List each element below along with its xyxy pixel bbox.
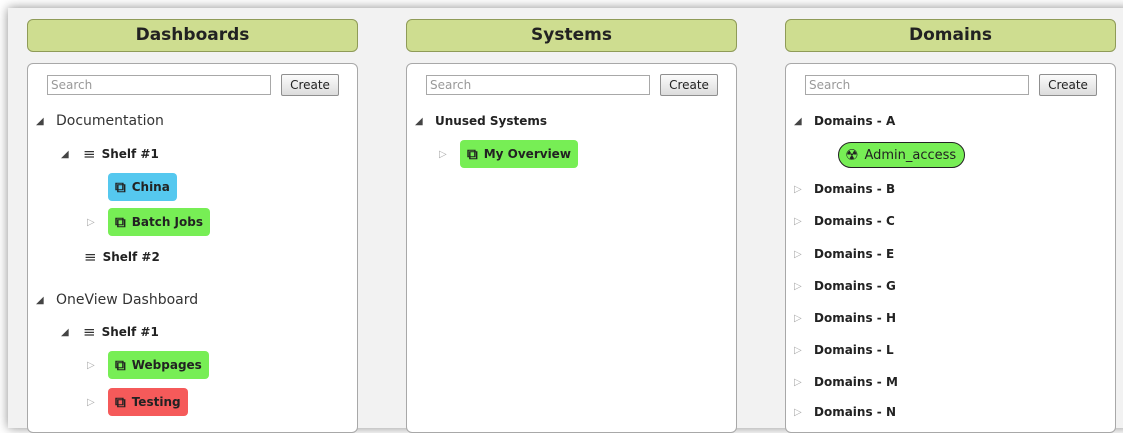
tree-label: Domains - E [814, 247, 895, 261]
tree-node-domains-m[interactable]: ▷ Domains - M [794, 370, 898, 394]
dashboards-header: Dashboards [27, 19, 358, 52]
triangle-right-icon[interactable]: ▷ [794, 216, 806, 227]
my-overview-tag[interactable]: ⧉ My Overview [460, 140, 578, 168]
triangle-right-icon[interactable]: ▷ [794, 407, 806, 418]
triangle-down-icon[interactable]: ◢ [61, 149, 73, 160]
triangle-right-icon[interactable]: ▷ [794, 249, 806, 260]
china-tag[interactable]: ⧉ China [108, 173, 177, 201]
tree-node-webpages[interactable]: ▷ ⧉ Webpages [87, 350, 209, 380]
testing-tag[interactable]: ⧉ Testing [108, 388, 188, 416]
tree-node-doc-shelf1[interactable]: ◢ ≡ Shelf #1 [61, 142, 159, 166]
hamburger-lines-icon: ≡ [83, 145, 96, 163]
tree-label: Domains - L [814, 343, 894, 357]
tag-label: Webpages [131, 358, 202, 372]
tree-node-domains-g[interactable]: ▷ Domains - G [794, 274, 896, 298]
triangle-right-icon[interactable]: ▷ [439, 149, 451, 160]
copy-icon: ⧉ [467, 144, 478, 163]
tree-node-doc-shelf2[interactable]: ≡ Shelf #2 [84, 245, 160, 269]
domains-search-input[interactable] [805, 75, 1029, 95]
domains-header: Domains [785, 19, 1116, 52]
tree-node-ov-shelf1[interactable]: ◢ ≡ Shelf #1 [61, 320, 159, 344]
tree-label: Documentation [56, 113, 164, 129]
tree-node-unused-systems[interactable]: ◢ Unused Systems [415, 109, 547, 133]
tree-label: Domains - B [814, 182, 896, 196]
copy-icon: ⧉ [115, 355, 126, 374]
tag-label: My Overview [483, 147, 571, 161]
triangle-right-icon[interactable]: ▷ [87, 360, 99, 371]
dashboards-panel: Create ◢ Documentation ◢ ≡ Shelf #1 ⧉ Ch… [27, 63, 358, 433]
copy-icon: ⧉ [115, 177, 126, 196]
triangle-down-icon[interactable]: ◢ [61, 327, 73, 338]
tree-node-domains-c[interactable]: ▷ Domains - C [794, 209, 895, 233]
tree-label: Domains - C [814, 214, 895, 228]
triangle-right-icon[interactable]: ▷ [794, 281, 806, 292]
domains-panel: Create ◢ Domains - A ☢ Admin_access ▷ Do… [785, 63, 1116, 433]
hamburger-lines-icon: ≡ [84, 248, 97, 266]
tree-node-domains-e[interactable]: ▷ Domains - E [794, 242, 894, 266]
radiation-icon: ☢ [845, 146, 859, 164]
triangle-right-icon[interactable]: ▷ [87, 217, 99, 228]
tree-node-my-overview[interactable]: ▷ ⧉ My Overview [439, 139, 578, 169]
tree-node-testing[interactable]: ▷ ⧉ Testing [87, 387, 188, 417]
dashboards-search-input[interactable] [47, 75, 271, 95]
tree-label: Unused Systems [435, 114, 548, 128]
tree-label: Shelf #2 [102, 250, 160, 264]
tree-label: Domains - M [814, 375, 898, 389]
triangle-down-icon[interactable]: ◢ [36, 116, 48, 127]
batch-jobs-tag[interactable]: ⧉ Batch Jobs [108, 208, 210, 236]
copy-icon: ⧉ [115, 392, 126, 411]
tree-node-domains-n[interactable]: ▷ Domains - N [794, 400, 896, 424]
tree-label: OneView Dashboard [56, 292, 199, 308]
triangle-right-icon[interactable]: ▷ [794, 184, 806, 195]
tree-node-china[interactable]: ⧉ China [108, 172, 177, 202]
domains-create-button[interactable]: Create [1039, 74, 1097, 96]
tree-label: Shelf #1 [101, 147, 159, 161]
webpages-tag[interactable]: ⧉ Webpages [108, 351, 209, 379]
dashboards-create-button[interactable]: Create [281, 74, 339, 96]
tree-node-batch-jobs[interactable]: ▷ ⧉ Batch Jobs [87, 207, 210, 237]
tree-node-domains-b[interactable]: ▷ Domains - B [794, 177, 895, 201]
tree-node-domains-l[interactable]: ▷ Domains - L [794, 338, 894, 362]
tag-label: China [131, 180, 170, 194]
tag-label: Testing [131, 395, 181, 409]
tree-label: Domains - N [814, 405, 896, 419]
tree-node-documentation[interactable]: ◢ Documentation [36, 109, 164, 133]
tree-node-admin-access[interactable]: ☢ Admin_access [838, 141, 966, 169]
triangle-down-icon[interactable]: ◢ [794, 116, 806, 127]
admin-access-pill[interactable]: ☢ Admin_access [838, 142, 966, 168]
tree-node-domains-a[interactable]: ◢ Domains - A [794, 109, 895, 133]
triangle-down-icon[interactable]: ◢ [415, 116, 427, 127]
copy-icon: ⧉ [115, 212, 126, 231]
tree-label: Domains - G [814, 279, 896, 293]
triangle-right-icon[interactable]: ▷ [794, 345, 806, 356]
tree-node-oneview[interactable]: ◢ OneView Dashboard [36, 288, 198, 312]
systems-create-button[interactable]: Create [660, 74, 718, 96]
triangle-right-icon[interactable]: ▷ [794, 313, 806, 324]
tree-node-domains-h[interactable]: ▷ Domains - H [794, 306, 896, 330]
tag-label: Batch Jobs [131, 215, 203, 229]
systems-header: Systems [406, 19, 737, 52]
hamburger-lines-icon: ≡ [83, 323, 96, 341]
triangle-right-icon[interactable]: ▷ [87, 397, 99, 408]
tree-label: Domains - A [814, 114, 896, 128]
systems-panel: Create ◢ Unused Systems ▷ ⧉ My Overview [406, 63, 737, 433]
tree-label: Domains - H [814, 311, 896, 325]
triangle-right-icon[interactable]: ▷ [794, 377, 806, 388]
tree-label: Shelf #1 [101, 325, 159, 339]
pill-label: Admin_access [864, 147, 957, 163]
triangle-down-icon[interactable]: ◢ [36, 295, 48, 306]
systems-search-input[interactable] [426, 75, 650, 95]
